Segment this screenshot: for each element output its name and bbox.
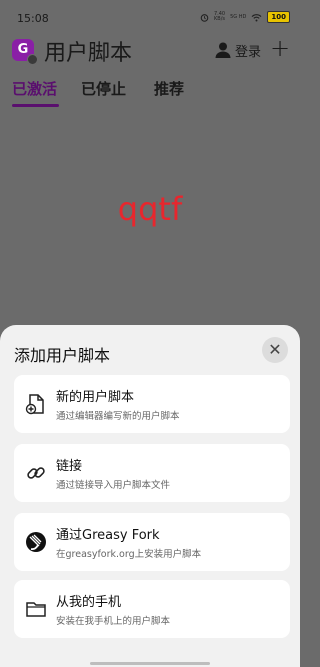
login-button[interactable]: 登录 [235,41,261,60]
status-icons: 7.40 KB/s 5G HD 100 [200,11,290,23]
option-desc: 安装在我手机上的用户脚本 [56,616,171,627]
tab-active[interactable]: 已激活 [12,78,57,99]
tab-recommended[interactable]: 推荐 [154,78,184,99]
option-from-phone[interactable]: 从我的手机 安装在我手机上的用户脚本 [14,580,290,638]
home-indicator[interactable] [90,662,210,665]
tab-bar: 已激活 已停止 推荐 [0,78,300,108]
add-button[interactable]: + [270,34,290,62]
greasyfork-icon [26,532,46,552]
option-title: 通过Greasy Fork [56,528,160,543]
tab-stopped[interactable]: 已停止 [81,78,126,99]
option-link[interactable]: 链接 通过链接导入用户脚本文件 [14,444,290,502]
option-title: 链接 [56,459,83,474]
signal-indicator: 5G HD [230,13,247,20]
folder-icon [26,602,46,617]
option-new-script[interactable]: 新的用户脚本 通过编辑器编写新的用户脚本 [14,375,290,433]
option-desc: 通过编辑器编写新的用户脚本 [56,411,180,422]
option-title: 新的用户脚本 [56,390,135,405]
wifi-icon [251,13,262,21]
status-bar: 15:08 7.40 KB/s 5G HD 100 [0,0,300,34]
option-title: 从我的手机 [56,595,122,610]
option-greasyfork[interactable]: 通过Greasy Fork 在greasyfork.org上安装用户脚本 [14,513,290,571]
new-file-icon [25,394,44,415]
tab-indicator [12,104,59,107]
add-script-sheet: 添加用户脚本 ✕ 新的用户脚本 通过编辑器编写新的用户脚本 链接 通过链接导入用… [0,325,300,667]
center-overlay-text: qqtf [117,190,183,228]
alarm-icon [200,13,209,22]
network-speed: 7.40 KB/s [213,11,226,22]
logo-badge-icon [27,54,38,65]
sheet-title: 添加用户脚本 [14,346,111,365]
option-desc: 在greasyfork.org上安装用户脚本 [56,549,202,560]
app-bar: G 用户脚本 登录 + [0,34,300,70]
option-desc: 通过链接导入用户脚本文件 [56,480,171,491]
close-button[interactable]: ✕ [262,337,288,363]
battery-icon: 100 [267,11,290,23]
page-title: 用户脚本 [44,41,133,66]
user-icon[interactable] [214,41,232,59]
status-time: 15:08 [17,12,49,25]
link-icon [27,467,45,479]
app-logo: G [12,39,38,65]
